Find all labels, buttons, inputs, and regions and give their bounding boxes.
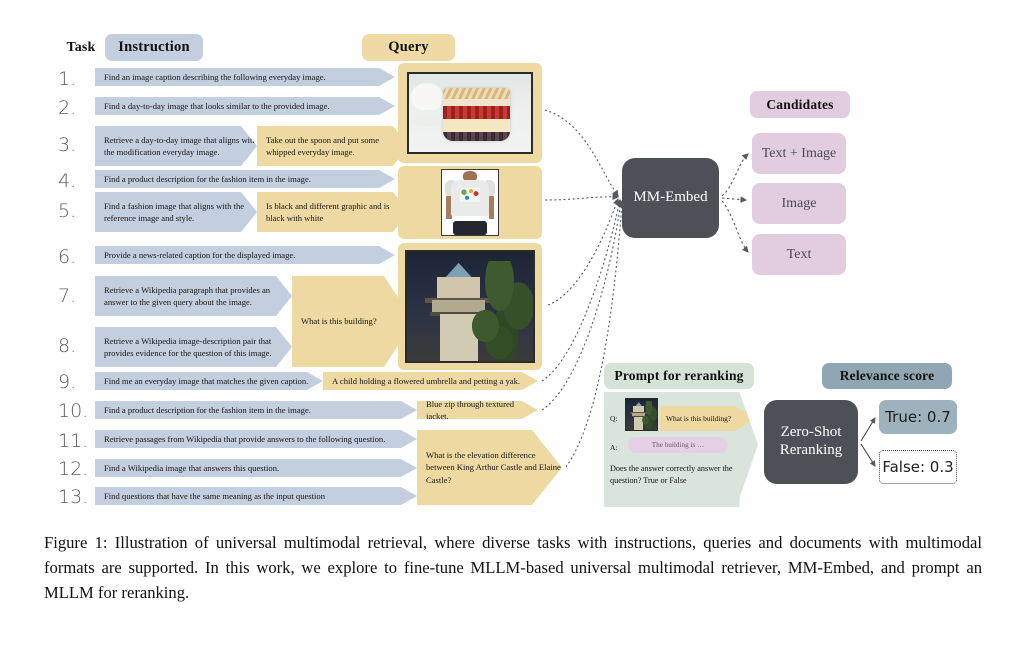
tshirt-fashion-photo (441, 169, 499, 236)
task-number: 8. (58, 335, 77, 357)
query-arrow-3[interactable]: Take out the spoon and put some whipped … (257, 126, 409, 166)
instruction-text: Find me an everyday image that matches t… (104, 375, 309, 386)
task-number: 10. (58, 400, 89, 422)
instruction-text: Provide a news-related caption for the d… (104, 249, 296, 260)
instruction-arrow-13[interactable]: Find questions that have the same meanin… (95, 487, 417, 505)
column-header-task: Task (66, 40, 96, 55)
prompt-answer-bubble: The building is … (628, 437, 728, 453)
candidate-label: Image (781, 195, 817, 211)
task-number: 3. (58, 134, 77, 156)
prompt-thumbnail-building (625, 398, 658, 431)
instruction-arrow-7[interactable]: Retrieve a Wikipedia paragraph that prov… (95, 276, 292, 316)
candidate-label: Text (786, 246, 812, 262)
candidate-label: Text + Image (761, 145, 837, 161)
column-header-candidates: Candidates (750, 91, 850, 118)
candidate-box-image[interactable]: Image (752, 183, 846, 224)
query-text: Take out the spoon and put some whipped … (266, 134, 380, 157)
query-arrow-5[interactable]: Is black and different graphic and is bl… (257, 192, 409, 232)
score-false-box[interactable]: False: 0.3 (879, 450, 957, 484)
prompt-instruction-text: Does the answer correctly answer the que… (610, 463, 750, 487)
candidate-box-text-image[interactable]: Text + Image (752, 133, 846, 174)
instruction-text: Find a fashion image that aligns with th… (104, 200, 245, 223)
instruction-text: Find a product description for the fashi… (104, 404, 311, 415)
candidate-box-text[interactable]: Text (752, 234, 846, 275)
query-image-tile-food[interactable] (398, 63, 542, 163)
instruction-text: Retrieve a Wikipedia paragraph that prov… (104, 284, 271, 307)
score-true-label: True: 0.7 (885, 408, 951, 426)
task-number: 11. (58, 430, 89, 452)
reranking-prompt-panel: Q: A: What is this building? The buildin… (604, 392, 758, 507)
instruction-text: Find a day-to-day image that looks simil… (104, 100, 330, 111)
instruction-arrow-6[interactable]: Provide a news-related caption for the d… (95, 246, 395, 264)
query-text: Is black and different graphic and is bl… (266, 200, 390, 223)
reranker-to-score-connectors (860, 417, 876, 467)
instruction-text: Retrieve passages from Wikipedia that pr… (104, 433, 386, 444)
prompt-question-arrow: What is this building? (660, 406, 756, 431)
query-text: What is the elevation difference between… (426, 450, 561, 485)
clock-tower-photo (405, 250, 535, 363)
column-header-relevance-score: Relevance score (822, 363, 952, 389)
query-arrow-10[interactable]: Blue zip through textured jacket. (417, 401, 538, 419)
task-number: 9. (58, 371, 77, 393)
prompt-ask-line1: Does the answer correctly answer the (610, 464, 733, 473)
prompt-a-label: A: (610, 443, 618, 452)
task-number: 12. (58, 458, 89, 480)
query-text: A child holding a flowered umbrella and … (332, 375, 521, 386)
score-false-label: False: 0.3 (882, 458, 954, 476)
column-header-prompt-for-reranking: Prompt for reranking (604, 363, 754, 389)
instruction-arrow-9[interactable]: Find me an everyday image that matches t… (95, 372, 323, 390)
query-text: Blue zip through textured jacket. (426, 398, 515, 421)
figure-caption: Figure 1: Illustration of universal mult… (44, 533, 982, 603)
query-image-tile-fashion[interactable] (398, 166, 542, 239)
instruction-text: Find questions that have the same meanin… (104, 490, 326, 501)
mm-embed-box[interactable]: MM-Embed (622, 158, 719, 238)
instruction-arrow-10[interactable]: Find a product description for the fashi… (95, 401, 417, 419)
query-arrow-7[interactable]: What is this building? (292, 276, 414, 367)
task-number: 13. (58, 486, 89, 508)
task-number: 4. (58, 170, 77, 192)
column-header-query: Query (362, 34, 455, 61)
query-image-tile-building[interactable] (398, 243, 542, 370)
mm-embed-label: MM-Embed (633, 189, 708, 206)
task-number: 7. (58, 285, 77, 307)
prompt-ask-line2: question? True or False (610, 475, 687, 485)
score-true-box[interactable]: True: 0.7 (879, 400, 957, 434)
query-text: What is this building? (301, 316, 377, 327)
prompt-q-label: Q: (610, 414, 618, 423)
instruction-text: Retrieve a day-to-day image that aligns … (104, 134, 257, 157)
prompt-question-text: What is this building? (666, 414, 732, 423)
prompt-answer-text: The building is … (651, 441, 705, 449)
embed-to-candidate-connectors (721, 153, 749, 253)
instruction-arrow-1[interactable]: Find an image caption describing the fol… (95, 68, 395, 86)
instruction-arrow-8[interactable]: Retrieve a Wikipedia image-description p… (95, 327, 292, 367)
instruction-arrow-4[interactable]: Find a product description for the fashi… (95, 170, 395, 188)
query-arrow-9[interactable]: A child holding a flowered umbrella and … (323, 372, 538, 390)
figure-canvas: Task Instruction Query Candidates Prompt… (0, 0, 1024, 645)
instruction-text: Find a product description for the fashi… (104, 173, 311, 184)
instruction-text: Find a Wikipedia image that answers this… (104, 462, 280, 473)
instruction-arrow-12[interactable]: Find a Wikipedia image that answers this… (95, 459, 417, 477)
instruction-arrow-2[interactable]: Find a day-to-day image that looks simil… (95, 97, 395, 115)
zero-shot-reranking-box[interactable]: Zero-Shot Reranking (764, 400, 858, 484)
instruction-arrow-5[interactable]: Find a fashion image that aligns with th… (95, 192, 257, 232)
reranker-label-line2: Reranking (779, 442, 843, 458)
task-number: 2. (58, 97, 77, 119)
instruction-text: Find an image caption describing the fol… (104, 71, 326, 82)
instruction-arrow-3[interactable]: Retrieve a day-to-day image that aligns … (95, 126, 257, 166)
instruction-arrow-11[interactable]: Retrieve passages from Wikipedia that pr… (95, 430, 417, 448)
task-number: 1. (58, 68, 77, 90)
task-number: 5. (58, 200, 77, 222)
task-number: 6. (58, 246, 77, 268)
column-header-instruction: Instruction (105, 34, 203, 61)
instruction-text: Retrieve a Wikipedia image-description p… (104, 335, 272, 358)
reranker-label-line1: Zero-Shot (780, 424, 842, 441)
query-arrow-11[interactable]: What is the elevation difference between… (417, 430, 562, 505)
trifle-dessert-photo (407, 72, 533, 154)
